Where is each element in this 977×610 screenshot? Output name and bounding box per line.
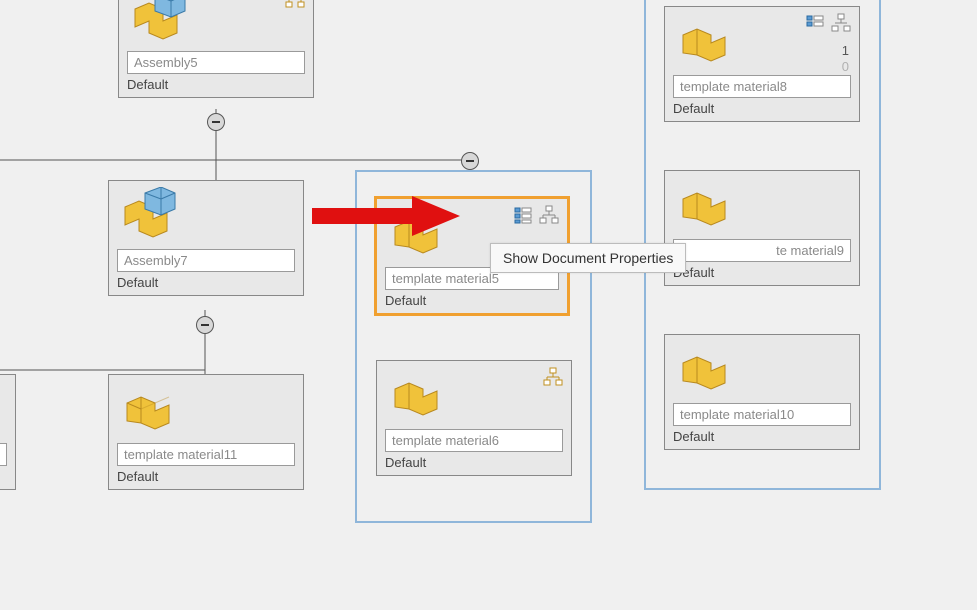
node-name-input[interactable]: Assembly7 — [117, 249, 295, 272]
part-icon — [385, 205, 449, 261]
node-tm10[interactable]: template material10 Default — [664, 334, 860, 450]
collapse-toggle[interactable] — [196, 316, 214, 334]
node-assembly5[interactable]: Assembly5 Default — [118, 0, 314, 98]
node-name-input[interactable]: template material6 — [385, 429, 563, 452]
properties-icon[interactable] — [805, 13, 825, 33]
node-state-label: Default — [0, 466, 7, 485]
node-state-label: Default — [117, 466, 295, 485]
count-value: 0 — [842, 59, 849, 75]
properties-icon[interactable] — [513, 205, 533, 225]
node-state-label: Default — [385, 290, 559, 309]
node-name-input[interactable]: template material8 — [673, 75, 851, 98]
hierarchy-icon[interactable] — [539, 205, 559, 225]
node-name-input[interactable]: te material9 — [673, 239, 851, 262]
assembly-icon — [117, 187, 181, 243]
tooltip: Show Document Properties — [490, 243, 686, 273]
node-name-input[interactable]: l7 — [0, 443, 7, 466]
node-tm6[interactable]: template material6 Default — [376, 360, 572, 476]
node-name-input[interactable]: template material11 — [117, 443, 295, 466]
tooltip-text: Show Document Properties — [503, 250, 673, 266]
hierarchy-icon[interactable] — [831, 13, 851, 33]
node-state-label: Default — [385, 452, 563, 471]
node-assembly7[interactable]: Assembly7 Default — [108, 180, 304, 296]
node-tm9[interactable]: te material9 Default — [664, 170, 860, 286]
node-tm8[interactable]: 1 0 template material8 Default — [664, 6, 860, 122]
part-icon — [117, 381, 181, 437]
collapse-toggle[interactable] — [461, 152, 479, 170]
assembly-icon — [127, 0, 191, 45]
count-value: 1 — [842, 43, 849, 59]
node-state-label: Default — [127, 74, 305, 93]
node-state-label: Default — [673, 262, 851, 281]
node-state-label: Default — [673, 98, 851, 117]
node-partial-left[interactable]: l7 Default — [0, 374, 16, 490]
node-name-input[interactable]: template material10 — [673, 403, 851, 426]
node-tm11[interactable]: template material11 Default — [108, 374, 304, 490]
collapse-toggle[interactable] — [207, 113, 225, 131]
part-icon — [673, 13, 737, 69]
node-name-input[interactable]: Assembly5 — [127, 51, 305, 74]
part-icon — [673, 341, 737, 397]
part-icon — [385, 367, 449, 423]
part-icon — [673, 177, 737, 233]
hierarchy-icon[interactable] — [543, 367, 563, 387]
node-state-label: Default — [117, 272, 295, 291]
hierarchy-icon[interactable] — [285, 0, 305, 9]
node-state-label: Default — [673, 426, 851, 445]
